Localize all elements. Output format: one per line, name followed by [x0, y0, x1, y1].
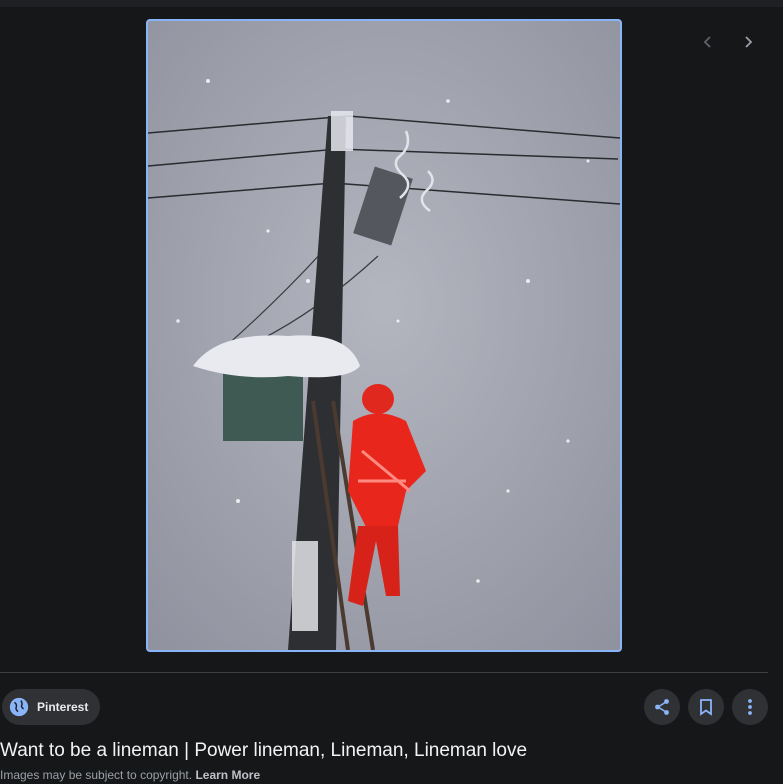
top-strip — [0, 0, 783, 7]
share-button[interactable] — [644, 689, 680, 725]
lineman-photo — [148, 21, 620, 650]
divider — [0, 672, 768, 673]
next-image-button[interactable] — [736, 30, 760, 54]
chevron-left-icon — [703, 36, 711, 48]
copyright-notice: Images may be subject to copyright. Lear… — [0, 768, 260, 782]
learn-more-link[interactable]: Learn More — [195, 768, 260, 782]
preview-image[interactable] — [146, 19, 622, 652]
more-vert-icon — [748, 699, 752, 715]
more-options-button[interactable] — [732, 689, 768, 725]
source-label: Pinterest — [37, 700, 89, 714]
image-title[interactable]: Want to be a lineman | Power lineman, Li… — [0, 739, 527, 763]
previous-image-button[interactable] — [696, 30, 720, 54]
copyright-text: Images may be subject to copyright. — [0, 768, 193, 782]
share-icon — [655, 699, 669, 715]
globe-icon — [8, 696, 30, 718]
chevron-right-icon — [745, 36, 753, 48]
bookmark-icon — [700, 699, 712, 716]
source-chip-pinterest[interactable]: Pinterest — [2, 689, 101, 725]
save-button[interactable] — [688, 689, 724, 725]
